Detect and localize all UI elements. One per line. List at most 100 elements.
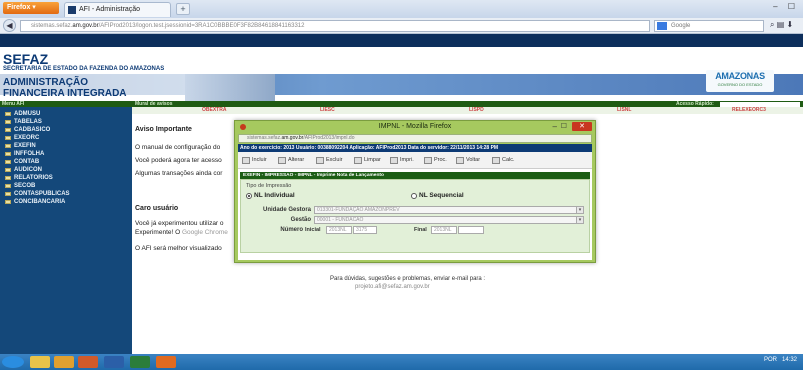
toolbar-icons[interactable]: ⌕ ▤ ⬇: [770, 20, 793, 30]
voltar-button[interactable]: Voltar: [456, 155, 480, 166]
breadcrumb: EXEFIN - IMPRESSAO - IMPNL - Imprime Not…: [240, 172, 590, 179]
sidebar-item-admusu[interactable]: ADMUSU: [0, 110, 132, 118]
sidebar-item-contaspublicas[interactable]: CONTASPUBLICAS: [0, 190, 132, 198]
final-prefix-field: 2013NL: [431, 226, 457, 234]
aviso-line-1: O manual de configuração do: [135, 144, 221, 151]
org-subtitle: SECRETARIA DE ESTADO DA FAZENDA DO AMAZO…: [3, 66, 165, 72]
url-bar[interactable]: sistemas.sefaz.am.gov.br/AFIProd2013/log…: [20, 20, 650, 32]
clock[interactable]: 14:32: [782, 357, 797, 363]
final-number-input[interactable]: [458, 226, 484, 234]
folder-icon: [5, 176, 11, 180]
limpar-icon: [354, 157, 362, 164]
sidebar-item-concibancaria[interactable]: CONCIBANCARIA: [0, 198, 132, 206]
inicial-prefix-field: 2013NL: [326, 226, 352, 234]
excluir-icon: [316, 157, 324, 164]
popup-toolbar: Incluir Alterar Excluir Limpar Impri. Pr…: [238, 152, 592, 169]
caro-usuario: Caro usuário: [135, 205, 179, 212]
sidebar-item-relatorios[interactable]: RELATORIOS: [0, 174, 132, 182]
back-arrow-icon: [456, 157, 464, 164]
alterar-button[interactable]: Alterar: [278, 155, 304, 166]
folder-icon: [5, 120, 11, 124]
folder-icon: [5, 184, 11, 188]
radio-nl-sequencial[interactable]: NL Sequencial: [411, 192, 464, 199]
sidebar-item-secob[interactable]: SECOB: [0, 182, 132, 190]
inicial-label: Inicial: [305, 227, 321, 233]
browser-tab[interactable]: AFI - Administração Financeira: [64, 2, 171, 26]
language-indicator[interactable]: POR: [764, 357, 777, 363]
sidebar: ADMUSU TABELAS CADBASICO EXEORC EXEFIN INFFOL…: [0, 107, 132, 354]
limpar-button[interactable]: Limpar: [354, 155, 381, 166]
maximize-icon[interactable]: ☐: [561, 121, 567, 132]
folder-icon: [5, 192, 11, 196]
browser-line-2: Experimente! O Google Chrome: [135, 229, 228, 236]
google-icon: [657, 22, 667, 30]
numero-label: Número: [280, 227, 303, 233]
search-box[interactable]: Google: [654, 20, 764, 32]
tab-lisnl[interactable]: LISNL: [617, 107, 631, 114]
tab-obextra[interactable]: OBEXTRA: [202, 107, 226, 114]
browser-tab-bar: Firefox ▾ AFI - Administração Financeira…: [0, 0, 803, 26]
top-strip: [0, 34, 803, 47]
alterar-icon: [278, 157, 286, 164]
sidebar-item-tabelas[interactable]: TABELAS: [0, 118, 132, 126]
chevron-down-icon: ▾: [576, 217, 583, 223]
incluir-button[interactable]: Incluir: [242, 155, 267, 166]
browser-line-1: Você já experimentou utilizar o: [135, 220, 224, 227]
imprimir-button[interactable]: Impri.: [390, 155, 414, 166]
header-photo: [185, 74, 275, 101]
popup-page: Ano do exercício: 2013 Usuário: 00388092…: [238, 144, 592, 260]
windows-taskbar: POR 14:32: [0, 354, 803, 370]
folder-icon: [5, 152, 11, 156]
firefox-menu-button[interactable]: Firefox ▾: [3, 2, 59, 14]
sidebar-item-cadbasico[interactable]: CADBASICO: [0, 126, 132, 134]
word-icon[interactable]: [104, 356, 124, 368]
chrome-link[interactable]: Google Chrome: [182, 229, 228, 236]
amazonas-logo: AMAZONAS GOVERNO DO ESTADO: [706, 70, 774, 92]
impnl-form: Tipo de Impressão NL Individual NL Seque…: [240, 179, 590, 253]
window-controls[interactable]: – ☐: [773, 2, 799, 11]
tab-relexeorc3[interactable]: RELEXEORC3: [732, 107, 766, 114]
afi-favicon-icon: [68, 6, 76, 14]
browser-line-3: O AFI será melhor visualizado: [135, 245, 222, 252]
tab-liesc[interactable]: LIESC: [320, 107, 335, 114]
folder-icon: [5, 112, 11, 116]
tab-lispd[interactable]: LISPD: [469, 107, 484, 114]
calculator-icon: [492, 157, 500, 164]
folder-icon: [5, 160, 11, 164]
minimize-icon[interactable]: –: [553, 121, 557, 132]
gestao-select[interactable]: 00001 - FUNDACAO ▾: [314, 216, 584, 224]
radio-nl-individual[interactable]: NL Individual: [246, 192, 295, 199]
excel-icon[interactable]: [130, 356, 150, 368]
unidade-gestora-label: Unidade Gestora: [262, 207, 311, 213]
start-icon[interactable]: [2, 356, 24, 368]
sidebar-item-inffolha[interactable]: INFFOLHA: [0, 150, 132, 158]
app-icon[interactable]: [156, 356, 176, 368]
firefox-task-icon[interactable]: [78, 356, 98, 368]
contact-email[interactable]: projeto.afi@sefaz.am.gov.br: [355, 284, 430, 290]
sidebar-item-audicon[interactable]: AUDICON: [0, 166, 132, 174]
system-title: ADMINISTRAÇÃO FINANCEIRA INTEGRADA: [0, 74, 185, 101]
aviso-title: Aviso Importante: [135, 126, 192, 133]
inicial-number-input[interactable]: 3175: [353, 226, 377, 234]
radio-checked-icon: [246, 193, 252, 199]
sidebar-item-exefin[interactable]: EXEFIN: [0, 142, 132, 150]
gestao-label: Gestão: [290, 217, 311, 223]
impnl-popup-window: IMPNL - Mozilla Firefox – ☐ ✕ sistemas.s…: [234, 120, 596, 263]
folder-icon: [5, 200, 11, 204]
sidebar-item-exeorc[interactable]: EXEORC: [0, 134, 132, 142]
contact-text: Para dúvidas, sugestões e problemas, env…: [330, 276, 486, 282]
search-icon: [424, 157, 432, 164]
ie-icon[interactable]: [30, 356, 50, 368]
processar-button[interactable]: Proc.: [424, 155, 447, 166]
sidebar-item-contab[interactable]: CONTAB: [0, 158, 132, 166]
excluir-button[interactable]: Excluir: [316, 155, 343, 166]
radio-unchecked-icon: [411, 193, 417, 199]
new-tab-button[interactable]: +: [176, 3, 190, 15]
aviso-line-3: Algumas transações ainda cor: [135, 170, 223, 177]
unidade-gestora-select[interactable]: 013301-FUNDAÇÃO AMAZONPREV ▾: [314, 206, 584, 214]
close-icon[interactable]: ✕: [572, 122, 592, 131]
back-icon[interactable]: ◀: [3, 19, 16, 32]
calc-button[interactable]: Calc.: [492, 155, 515, 166]
folder-icon[interactable]: [54, 356, 74, 368]
folder-icon: [5, 168, 11, 172]
